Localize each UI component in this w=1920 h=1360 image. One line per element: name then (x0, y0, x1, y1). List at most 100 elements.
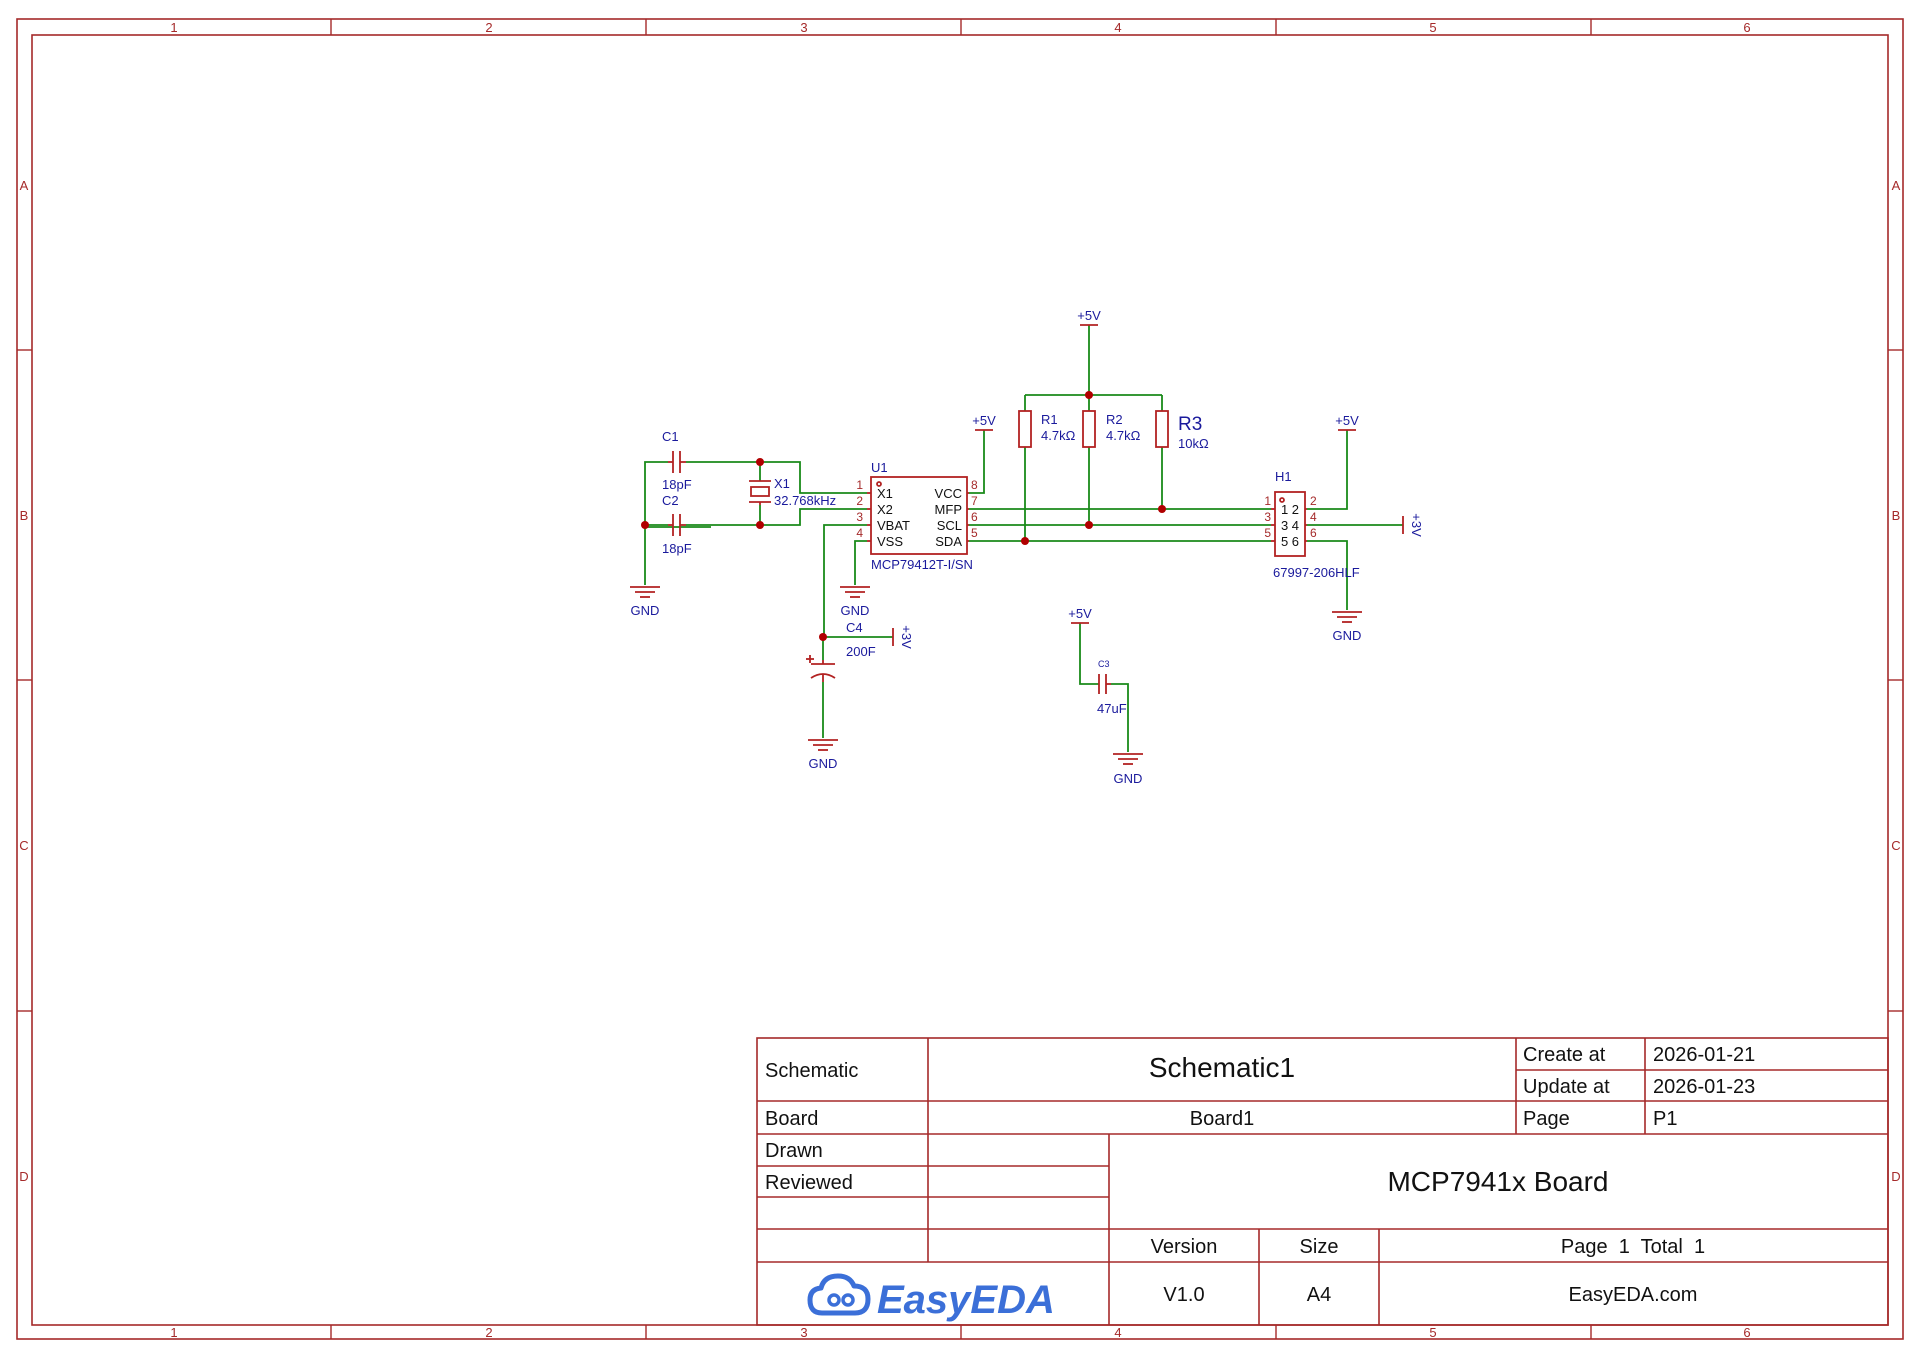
row-label-d: D (19, 1169, 28, 1184)
tb-reviewed-label: Reviewed (765, 1172, 853, 1194)
u1-part: MCP79412T-I/SN (871, 557, 973, 572)
svg-text:+5V: +5V (1068, 606, 1092, 621)
tb-project-title: MCP7941x Board (1387, 1166, 1608, 1197)
junction-vbat (819, 633, 827, 641)
resistor-r1[interactable]: R1 4.7kΩ (1018, 410, 1076, 448)
gnd-symbol-h1: GND (1332, 611, 1362, 643)
power-5v-u1: +5V (972, 413, 996, 431)
column-label-6-bottom: 6 (1743, 1325, 1750, 1340)
resistor-r3[interactable]: R3 10kΩ (1155, 410, 1209, 451)
tb-schematic-label: Schematic (765, 1060, 858, 1082)
junction-sda (1021, 537, 1029, 545)
capacitor-c4[interactable]: C4 200F (806, 620, 876, 682)
tb-drawn-label: Drawn (765, 1140, 823, 1162)
tb-schematic-value: Schematic1 (1149, 1052, 1295, 1083)
power-5v-top: +5V (1077, 308, 1101, 326)
crystal-x1[interactable]: X1 32.768kHz (749, 476, 836, 508)
u1-pin7-num: 7 (971, 494, 978, 508)
column-label-6: 6 (1743, 20, 1750, 35)
h1-pin6-num: 6 (1310, 526, 1317, 540)
row-label-a-right: A (1892, 178, 1901, 193)
junction-mfp (1158, 505, 1166, 513)
capacitor-c1[interactable]: C1 18pF (662, 429, 692, 492)
tb-page-label: Page (1523, 1108, 1570, 1130)
h1-inner-row3: 5 6 (1281, 534, 1299, 549)
easyeda-logo: EasyEDA (807, 1273, 1055, 1322)
c3-value: 47uF (1097, 701, 1127, 716)
r3-value: 10kΩ (1178, 436, 1209, 451)
resistor-r2[interactable]: R2 4.7kΩ (1082, 410, 1141, 448)
wire-c3-gnd (1111, 683, 1129, 752)
r2-ref: R2 (1106, 412, 1123, 427)
row-label-c: C (19, 838, 28, 853)
c1-ref: C1 (662, 429, 679, 444)
c2-value: 18pF (662, 541, 692, 556)
svg-text:GND: GND (1333, 628, 1362, 643)
wire-c3-5v (1079, 623, 1099, 685)
u1-pin8-num: 8 (971, 478, 978, 492)
gnd-symbol-caps: GND (630, 586, 660, 618)
column-label-4-bottom: 4 (1114, 1325, 1121, 1340)
wire-x2-net (686, 508, 867, 526)
column-label-2: 2 (485, 20, 492, 35)
svg-text:GND: GND (841, 603, 870, 618)
junction-x1-bottom (756, 521, 764, 529)
tb-size-value: A4 (1307, 1284, 1331, 1306)
gnd-symbol-c3: GND (1113, 753, 1143, 786)
gnd-symbol-c4: GND (808, 739, 838, 771)
u1-pin1-name: X1 (877, 486, 893, 501)
gnd-symbol-u1: GND (840, 586, 870, 618)
row-label-d-right: D (1891, 1169, 1900, 1184)
tb-create-label: Create at (1523, 1044, 1606, 1066)
h1-pin5-num: 5 (1264, 526, 1271, 540)
row-label-c-right: C (1891, 838, 1900, 853)
wire-vss (854, 540, 867, 585)
ic-u1[interactable]: U1 MCP79412T-I/SN 1 2 3 4 X1 X2 VBAT VSS… (856, 460, 978, 572)
junctions (641, 391, 1166, 641)
h1-inner-row2: 3 4 (1281, 518, 1299, 533)
power-5v-c3: +5V (1068, 606, 1092, 624)
power-3v-c4: +3V (892, 625, 914, 649)
column-label-2-bottom: 2 (485, 1325, 492, 1340)
row-label-b-right: B (1892, 508, 1901, 523)
column-label-1: 1 (170, 20, 177, 35)
u1-pin5-num: 5 (971, 526, 978, 540)
u1-pin2-name: X2 (877, 502, 893, 517)
u1-pin6-num: 6 (971, 510, 978, 524)
title-block: Schematic Schematic1 Create at 2026-01-2… (756, 1037, 1889, 1326)
column-label-3: 3 (800, 20, 807, 35)
h1-pin1-num: 1 (1264, 494, 1271, 508)
c3-ref: C3 (1098, 659, 1110, 669)
tb-board-label: Board (765, 1108, 818, 1130)
u1-ref: U1 (871, 460, 888, 475)
row-label-b: B (20, 508, 29, 523)
u1-pin5-name: SDA (935, 534, 962, 549)
tb-version-value: V1.0 (1163, 1284, 1204, 1306)
r3-ref: R3 (1178, 414, 1202, 435)
column-label-1-bottom: 1 (170, 1325, 177, 1340)
tb-page-value: P1 (1653, 1108, 1677, 1130)
tb-update-label: Update at (1523, 1076, 1610, 1098)
drawing-border: 1 2 3 4 5 6 1 2 3 4 5 6 A B C D A B C D (16, 18, 1904, 1340)
x1-ref: X1 (774, 476, 790, 491)
column-label-5-bottom: 5 (1429, 1325, 1436, 1340)
svg-text:+5V: +5V (1077, 308, 1101, 323)
power-3v-h1: +3V (1402, 513, 1424, 537)
tb-create-value: 2026-01-21 (1653, 1044, 1755, 1066)
u1-pin4-name: VSS (877, 534, 903, 549)
u1-pin7-name: MFP (935, 502, 962, 517)
svg-text:GND: GND (1114, 771, 1143, 786)
cloud-icon (807, 1273, 871, 1316)
junction-caps-gnd (641, 521, 649, 529)
column-label-4: 4 (1114, 20, 1121, 35)
logo-text: EasyEDA (877, 1278, 1055, 1322)
junction-scl (1085, 521, 1093, 529)
u1-pin3-num: 3 (856, 510, 863, 524)
x1-value: 32.768kHz (774, 493, 836, 508)
h1-pin4-num: 4 (1310, 510, 1317, 524)
capacitor-c3[interactable]: C3 47uF (1097, 659, 1127, 716)
tb-size-label: Size (1300, 1236, 1339, 1258)
row-label-a: A (20, 178, 29, 193)
u1-pin3-name: VBAT (877, 518, 910, 533)
column-label-5: 5 (1429, 20, 1436, 35)
